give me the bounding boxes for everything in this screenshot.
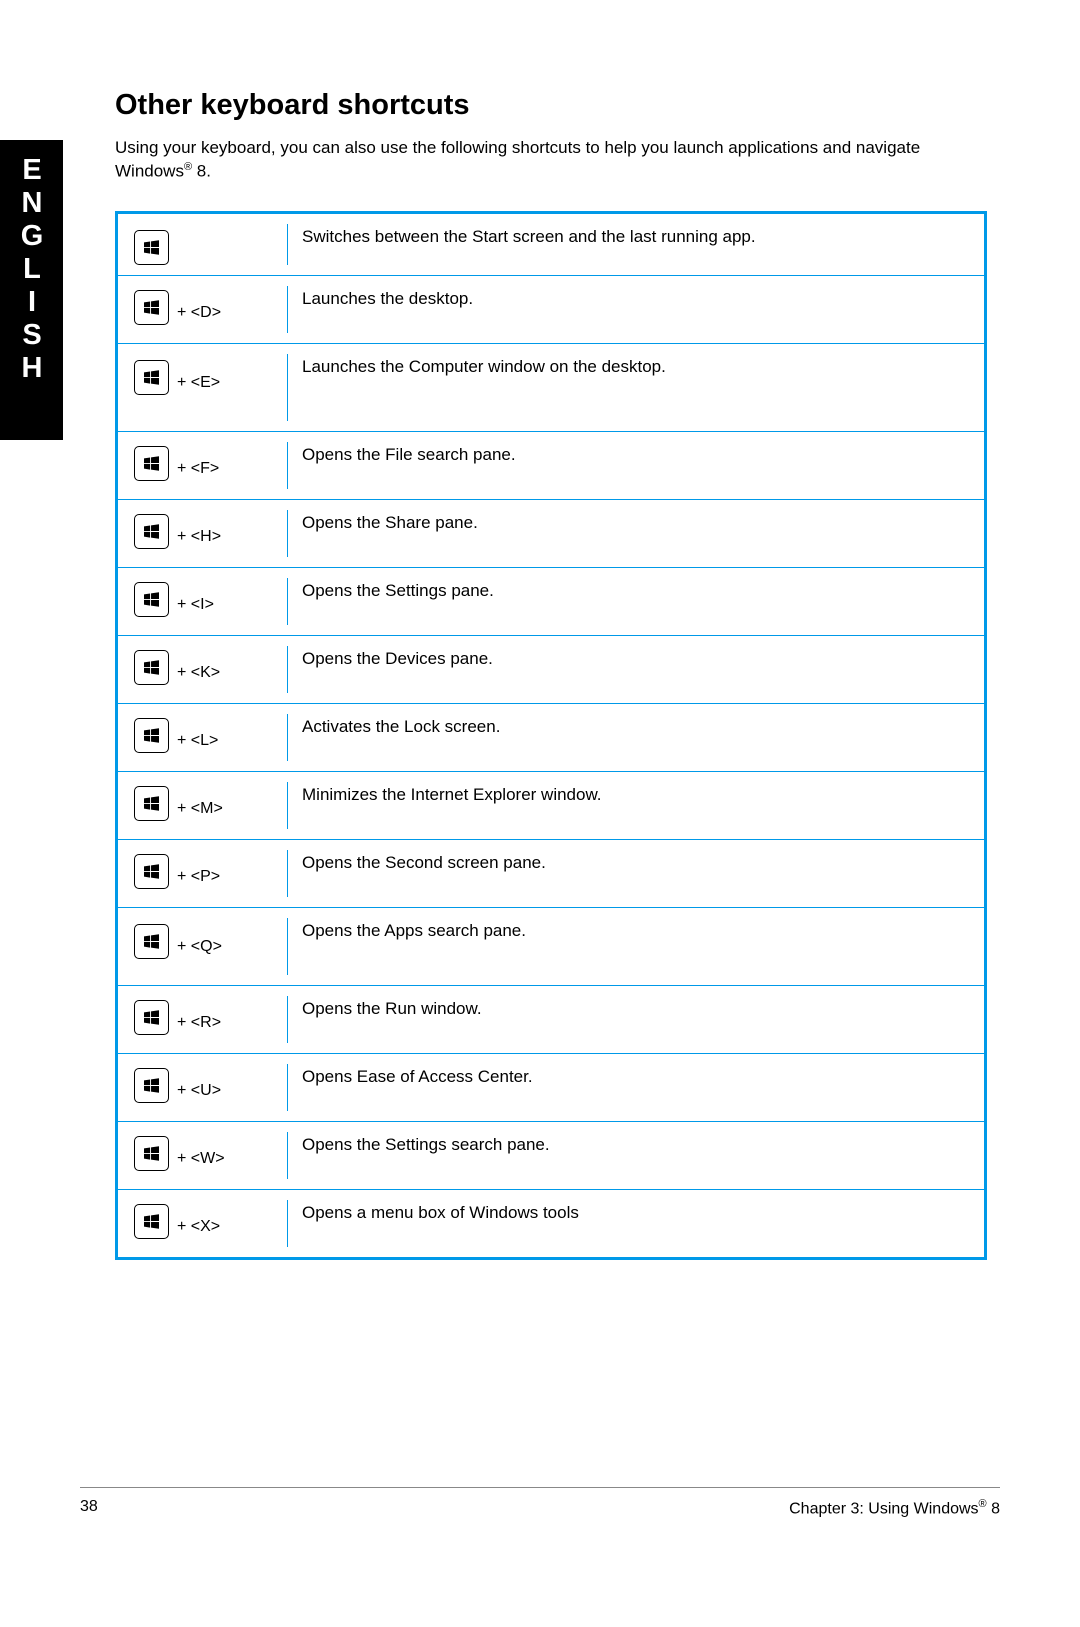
table-row: + <H> Opens the Share pane. <box>118 500 984 568</box>
table-row: + <M> Minimizes the Internet Explorer wi… <box>118 772 984 840</box>
description-cell: Launches the desktop. <box>288 286 984 310</box>
table-row: + <P> Opens the Second screen pane. <box>118 840 984 908</box>
table-row: + <W> Opens the Settings search pane. <box>118 1122 984 1190</box>
combo-text: + <E> <box>177 374 220 392</box>
description-cell: Minimizes the Internet Explorer window. <box>288 782 984 806</box>
table-row: + <Q> Opens the Apps search pane. <box>118 908 984 986</box>
key-cell: + <Q> <box>118 918 288 975</box>
description-cell: Opens the Share pane. <box>288 510 984 534</box>
description-cell: Opens a menu box of Windows tools <box>288 1200 984 1224</box>
combo-text: + <P> <box>177 868 220 886</box>
key-cell: + <L> <box>118 714 288 761</box>
page-content: Other keyboard shortcuts Using your keyb… <box>115 88 987 1260</box>
combo-text: + <M> <box>177 800 223 818</box>
combo-text: + <H> <box>177 528 221 546</box>
windows-key-icon <box>134 718 169 753</box>
description-cell: Switches between the Start screen and th… <box>288 224 984 248</box>
windows-key-icon <box>134 1068 169 1103</box>
windows-key-icon <box>134 1000 169 1035</box>
key-cell: + <P> <box>118 850 288 897</box>
windows-key-icon <box>134 1204 169 1239</box>
page-footer: 38 Chapter 3: Using Windows® 8 <box>80 1487 1000 1518</box>
key-cell: + <M> <box>118 782 288 829</box>
page-number: 38 <box>80 1498 98 1518</box>
key-cell: + <R> <box>118 996 288 1043</box>
language-tab: ENGLISH <box>0 140 63 440</box>
combo-text: + <W> <box>177 1150 225 1168</box>
windows-key-icon <box>134 924 169 959</box>
key-cell <box>118 224 288 265</box>
combo-text: + <I> <box>177 596 214 614</box>
key-cell: + <E> <box>118 354 288 421</box>
combo-text: + <R> <box>177 1014 221 1032</box>
windows-key-icon <box>134 290 169 325</box>
key-cell: + <W> <box>118 1132 288 1179</box>
combo-text: + <D> <box>177 304 221 322</box>
table-row: + <X> Opens a menu box of Windows tools <box>118 1190 984 1257</box>
description-cell: Opens Ease of Access Center. <box>288 1064 984 1088</box>
combo-text: + <U> <box>177 1082 221 1100</box>
windows-key-icon <box>134 854 169 889</box>
combo-text: + <X> <box>177 1218 220 1236</box>
table-row: + <F> Opens the File search pane. <box>118 432 984 500</box>
table-row: + <I> Opens the Settings pane. <box>118 568 984 636</box>
table-row: + <U> Opens Ease of Access Center. <box>118 1054 984 1122</box>
description-cell: Opens the File search pane. <box>288 442 984 466</box>
combo-text: + <F> <box>177 460 219 478</box>
intro-text: Using your keyboard, you can also use th… <box>115 137 987 184</box>
table-row: Switches between the Start screen and th… <box>118 214 984 276</box>
key-cell: + <K> <box>118 646 288 693</box>
description-cell: Activates the Lock screen. <box>288 714 984 738</box>
windows-key-icon <box>134 360 169 395</box>
key-cell: + <I> <box>118 578 288 625</box>
combo-text: + <Q> <box>177 938 222 956</box>
table-row: + <L> Activates the Lock screen. <box>118 704 984 772</box>
key-cell: + <U> <box>118 1064 288 1111</box>
windows-key-icon <box>134 1136 169 1171</box>
key-cell: + <D> <box>118 286 288 333</box>
table-row: + <E> Launches the Computer window on th… <box>118 344 984 432</box>
description-cell: Opens the Apps search pane. <box>288 918 984 942</box>
description-cell: Opens the Second screen pane. <box>288 850 984 874</box>
shortcuts-table: Switches between the Start screen and th… <box>115 211 987 1260</box>
key-cell: + <F> <box>118 442 288 489</box>
description-cell: Opens the Run window. <box>288 996 984 1020</box>
description-cell: Launches the Computer window on the desk… <box>288 354 984 378</box>
windows-key-icon <box>134 582 169 617</box>
key-cell: + <X> <box>118 1200 288 1247</box>
table-row: + <R> Opens the Run window. <box>118 986 984 1054</box>
table-row: + <K> Opens the Devices pane. <box>118 636 984 704</box>
description-cell: Opens the Settings pane. <box>288 578 984 602</box>
windows-key-icon <box>134 514 169 549</box>
page-title: Other keyboard shortcuts <box>115 88 987 123</box>
windows-key-icon <box>134 650 169 685</box>
combo-text: + <L> <box>177 732 218 750</box>
windows-key-icon <box>134 786 169 821</box>
chapter-label: Chapter 3: Using Windows® 8 <box>789 1498 1000 1518</box>
windows-key-icon <box>134 446 169 481</box>
language-label: ENGLISH <box>15 154 48 385</box>
description-cell: Opens the Settings search pane. <box>288 1132 984 1156</box>
table-row: + <D> Launches the desktop. <box>118 276 984 344</box>
key-cell: + <H> <box>118 510 288 557</box>
description-cell: Opens the Devices pane. <box>288 646 984 670</box>
windows-key-icon <box>134 230 169 265</box>
combo-text: + <K> <box>177 664 220 682</box>
